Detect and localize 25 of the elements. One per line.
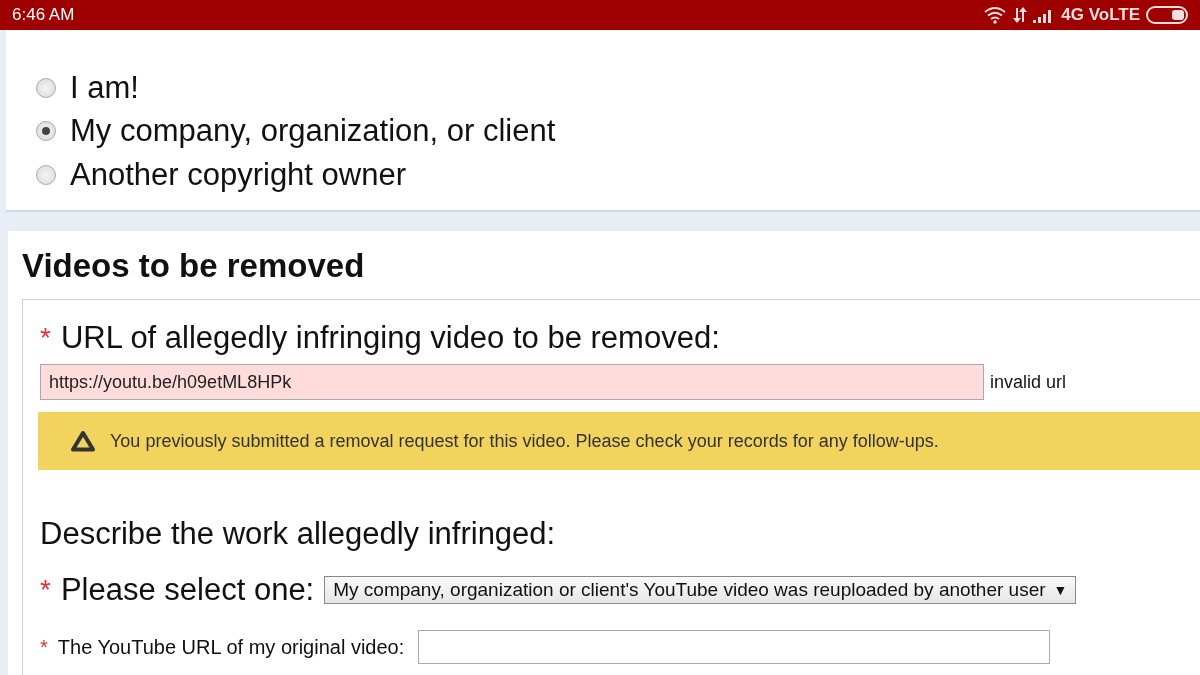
clock-time: 6:46 AM [12,5,76,25]
dropdown[interactable]: My company, organization or client's YouTube video was reuploaded by another user ▼ [324,576,1077,604]
field-label: The YouTube URL of my original video: [57,635,405,659]
data-arrows-icon [1013,6,1028,24]
url-input-field[interactable] [418,630,1051,664]
field-label: URL of allegedly infringing video to be removed: [60,320,720,356]
radio-button[interactable] [36,121,56,142]
section-heading: Videos to be removed [22,247,366,286]
warning-text: You previously submitted a removal request for this video. Please check your records for any follow-ups. [110,430,939,452]
radio-label[interactable]: My company, organization, or client [70,113,556,150]
wifi-icon [983,6,1008,24]
radio-button[interactable] [36,77,56,98]
subheading: Describe the work allegedly infringed: [40,516,557,552]
field-label: Please select one: [60,572,315,608]
url-input-field[interactable]: https://youtu.be/h09etML8HPk [40,364,984,400]
radio-button[interactable] [36,164,56,185]
required-mark: * [40,635,48,659]
battery-icon [1146,5,1190,25]
required-mark: * [40,322,51,354]
required-mark: * [40,574,51,606]
network-type: 4G VoLTE [1061,5,1140,25]
error-message: invalid url [990,371,1067,393]
radio-label[interactable]: Another copyright owner [70,156,407,193]
warning-icon [70,430,96,452]
radio-label[interactable]: I am! [70,69,139,106]
